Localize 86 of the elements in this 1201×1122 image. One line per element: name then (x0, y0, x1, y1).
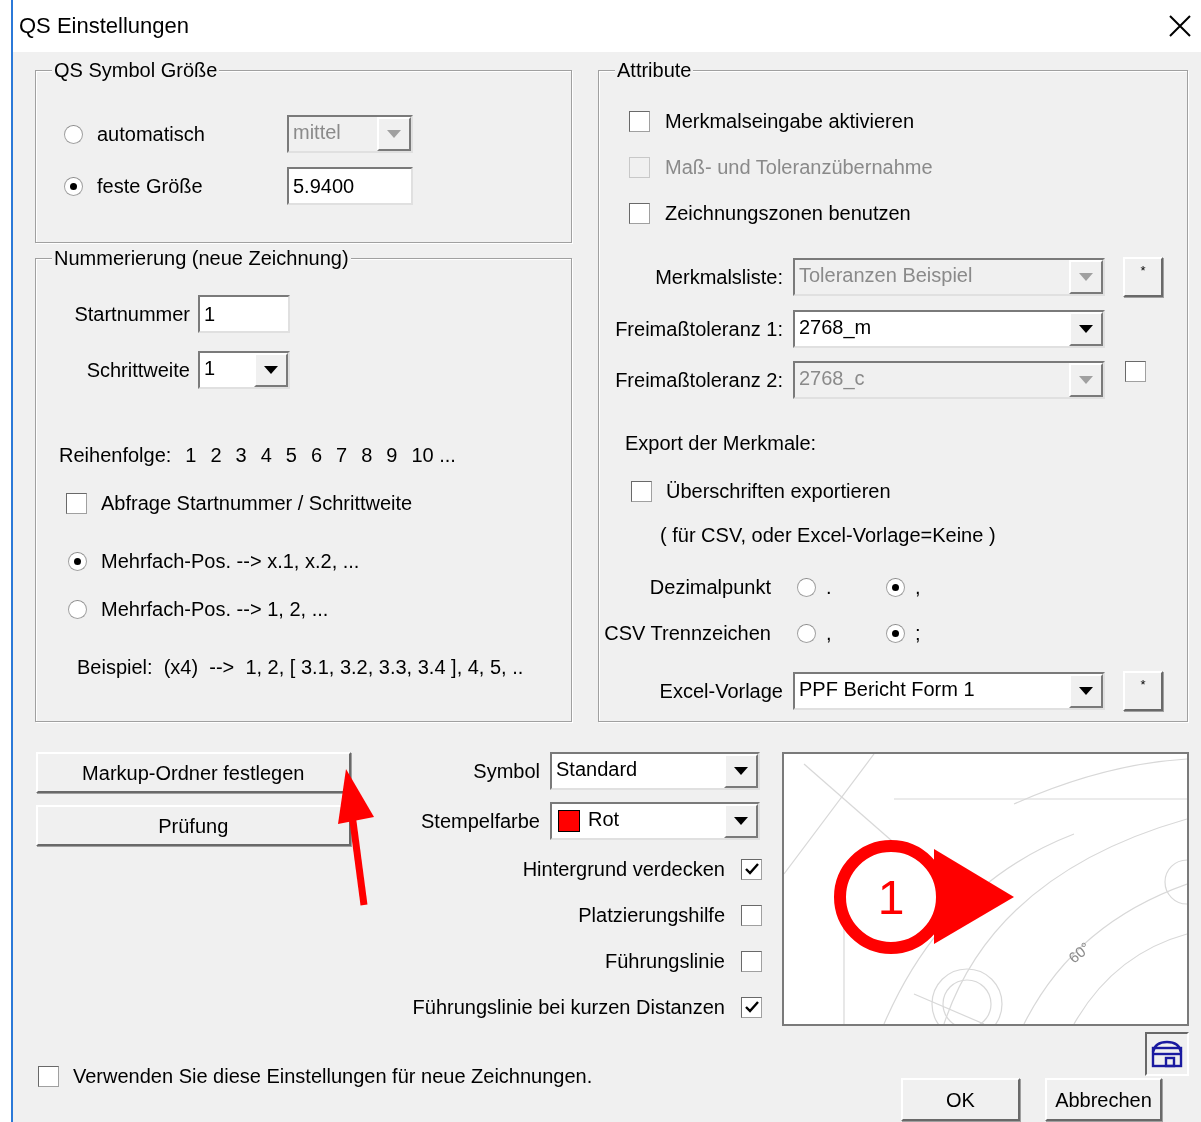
dropdown[interactable]: Rot (550, 802, 760, 840)
checkbox-label: Führungslinie (604, 949, 725, 973)
window-title: QS Einstellungen (19, 12, 189, 40)
checkbox-label: Merkmalseingabe aktivieren (665, 109, 914, 133)
radio-button[interactable] (68, 599, 87, 619)
radio-button[interactable] (886, 623, 905, 643)
sequence-number: 7 (336, 443, 348, 467)
sequence-label: Reihenfolge: (59, 443, 172, 467)
sequence-number: 10 ... (411, 443, 456, 467)
checkbox-label: Abfrage Startnummer / Schrittweite (101, 491, 413, 515)
caret-icon (1079, 376, 1093, 384)
checkbox-label: Hintergrund verdecken (522, 857, 725, 881)
field-label: Startnummer (73, 302, 191, 326)
field-label: Dezimalpunkt (648, 575, 772, 599)
checkbox[interactable] (629, 110, 650, 132)
field-label: Excel-Vorlage (658, 679, 784, 703)
radio-label: , (826, 621, 833, 645)
radio-button[interactable] (68, 551, 87, 571)
stamp-symbol-drawing: 1 (834, 840, 1014, 954)
checkbox[interactable] (741, 996, 762, 1018)
checkbox-label: Zeichnungszonen benutzen (665, 201, 911, 225)
radio-button[interactable] (797, 623, 816, 643)
sequence-number: 4 (260, 443, 272, 467)
checkbox-label: Überschriften exportieren (666, 479, 891, 503)
close-icon[interactable] (1169, 15, 1191, 37)
checkbox[interactable] (741, 858, 762, 880)
field-label: Stempelfarbe (421, 809, 540, 833)
dropdown[interactable]: 1 (198, 351, 290, 389)
dropdown[interactable]: 2768_m (793, 310, 1105, 348)
button[interactable]: Markup-Ordner festlegen (36, 752, 351, 793)
radio-button[interactable] (64, 176, 83, 196)
radio-label: . (826, 575, 833, 599)
radio-label: automatisch (97, 122, 206, 146)
example-text: Beispiel: (x4) --> 1, 2, [ 3.1, 3.2, 3.3, 3.4 ], 4, 5, .. (77, 655, 525, 679)
sequence-number: 6 (310, 443, 323, 467)
caret-icon (1079, 325, 1093, 333)
check-icon (744, 1001, 759, 1013)
sequence-number: 8 (361, 443, 373, 467)
sequence-number: 2 (210, 443, 222, 467)
caret-icon (734, 767, 748, 775)
field-label: CSV Trennzeichen (603, 621, 772, 645)
checkbox-label: Platzierungshilfe (578, 903, 725, 927)
field-label: Merkmalsliste: (654, 265, 784, 289)
checkbox[interactable] (629, 202, 650, 224)
field-label: Freimaßtoleranz 1: (614, 317, 784, 341)
input-field[interactable]: 1 (198, 295, 290, 333)
caret-icon (264, 366, 278, 374)
field-label: Freimaßtoleranz 2: (614, 368, 784, 392)
angle-label: 60° (1065, 938, 1094, 967)
note-text: ( für CSV, oder Excel-Vorlage=Keine ) (660, 523, 997, 547)
sequence-number: 9 (386, 443, 398, 467)
radio-label: Mehrfach-Pos. --> 1, 2, ... (101, 597, 329, 621)
radio-label: feste Größe (97, 174, 204, 198)
field-label: Schrittweite (85, 358, 191, 382)
cabinet-icon (1151, 1040, 1183, 1068)
checkbox[interactable] (741, 904, 762, 926)
checkbox-label: Maß- und Toleranzübernahme (665, 155, 933, 179)
sequence-number: 1 (185, 443, 197, 467)
sequence-number: 5 (285, 443, 297, 467)
caret-icon (1079, 273, 1093, 281)
checkbox-label: Verwenden Sie diese Einstellungen für neue Zeichnungen. (73, 1064, 593, 1088)
checkbox-label: Führungslinie bei kurzen Distanzen (412, 995, 725, 1019)
caret-icon (734, 817, 748, 825)
icon-button[interactable] (1145, 1032, 1189, 1076)
dropdown[interactable]: Standard (550, 752, 760, 790)
button[interactable]: Prüfung (36, 805, 351, 846)
radio-label: , (915, 575, 922, 599)
button[interactable]: Abbrechen (1045, 1078, 1162, 1121)
sequence-number: 3 (235, 443, 247, 467)
dropdown[interactable]: PPF Bericht Form 1 (793, 672, 1105, 710)
check-icon (744, 863, 759, 875)
radio-label: ; (915, 621, 922, 645)
radio-button[interactable] (797, 577, 816, 597)
radio-button[interactable] (886, 577, 905, 597)
radio-label: Mehrfach-Pos. --> x.1, x.2, ... (101, 549, 360, 573)
checkbox[interactable] (741, 950, 762, 972)
checkbox[interactable] (38, 1065, 59, 1087)
caret-icon (387, 130, 401, 138)
button[interactable]: OK (901, 1078, 1020, 1121)
caret-icon (1079, 687, 1093, 695)
checkbox[interactable] (66, 492, 87, 514)
field-label: Symbol (473, 759, 540, 783)
section-heading: Export der Merkmale: (625, 431, 818, 455)
button[interactable]: * (1123, 671, 1163, 711)
input-field[interactable]: 5.9400 (287, 167, 413, 205)
checkbox[interactable] (631, 480, 652, 502)
